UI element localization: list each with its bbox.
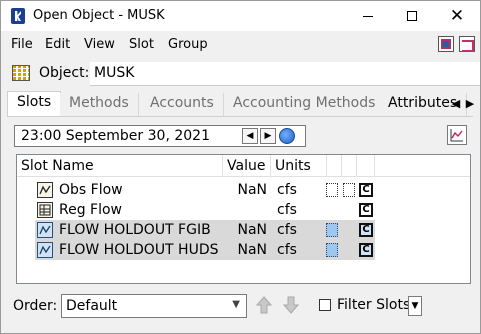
filter-dropdown-button[interactable]: ▼ (408, 296, 422, 316)
tab-bar: Slots Methods Accounts Accounting Method… (7, 91, 480, 116)
chevron-down-icon: ▼ (232, 299, 240, 310)
computed-c-icon: C (359, 183, 373, 197)
exit-object-icon[interactable] (459, 36, 475, 52)
slot-name: FLOW HOLDOUT HUDS (59, 242, 219, 258)
slot-flag-icon (326, 243, 338, 257)
order-value: Default (66, 298, 118, 314)
move-up-button[interactable] (255, 296, 273, 316)
series-slot-icon (37, 222, 53, 238)
column-flag-2[interactable] (342, 155, 357, 177)
menu-bar: File Edit View Slot Group (1, 34, 480, 56)
table-row[interactable]: Obs Flow NaN cfs C (17, 180, 470, 200)
slot-units: cfs (277, 182, 297, 198)
table-slot-icon (37, 202, 53, 218)
timestep-prev-button[interactable]: ◀ (242, 128, 258, 144)
plot-button[interactable] (447, 125, 467, 145)
title-bar: Open Object - MUSK ✕ (1, 1, 480, 31)
series-slot-icon (37, 182, 53, 198)
slot-flag-icon (326, 223, 338, 237)
menu-edit[interactable]: Edit (45, 37, 70, 52)
tab-slots[interactable]: Slots (7, 91, 62, 116)
move-down-button[interactable] (282, 296, 300, 316)
slot-name: Reg Flow (59, 202, 123, 218)
slot-value: NaN (237, 222, 267, 238)
column-flag-3[interactable] (357, 155, 375, 177)
open-object-window: Open Object - MUSK ✕ File Edit View Slot… (0, 0, 481, 334)
slot-value: NaN (237, 242, 267, 258)
order-select[interactable]: Default ▼ (61, 294, 247, 318)
slot-name: FLOW HOLDOUT FGIB (59, 222, 211, 238)
slot-units: cfs (277, 222, 297, 238)
tab-scroll-right-icon[interactable]: ▶ (464, 96, 476, 112)
slot-units: cfs (277, 202, 297, 218)
plot-icon (450, 129, 463, 142)
grid-object-icon (12, 65, 30, 81)
table-row[interactable]: FLOW HOLDOUT HUDS NaN cfs C (17, 240, 470, 260)
tab-methods[interactable]: Methods (60, 93, 139, 116)
object-row: Object: MUSK (1, 59, 480, 87)
column-value[interactable]: Value (223, 155, 271, 177)
filter-slots-checkbox[interactable] (319, 299, 331, 311)
computed-c-icon: C (359, 223, 373, 237)
maximize-icon (407, 11, 417, 21)
menu-slot[interactable]: Slot (129, 37, 154, 52)
slots-table: Slot Name Value Units Obs Flow NaN cfs C (16, 154, 471, 284)
menu-file[interactable]: File (11, 37, 33, 52)
table-row[interactable]: Reg Flow cfs C (17, 200, 470, 220)
riverware-app-icon (11, 8, 25, 24)
close-button[interactable]: ✕ (435, 1, 479, 31)
table-row[interactable]: FLOW HOLDOUT FGIB NaN cfs C (17, 220, 470, 240)
menu-group[interactable]: Group (168, 37, 208, 52)
timestep-value: 23:00 September 30, 2021 (21, 128, 210, 144)
slot-name: Obs Flow (59, 182, 123, 198)
arrow-down-icon (282, 296, 300, 314)
slot-value: NaN (237, 182, 267, 198)
slots-panel: 23:00 September 30, 2021 ◀ ▶ Slot Name V… (7, 116, 473, 296)
menu-view[interactable]: View (84, 37, 115, 52)
tab-accounts[interactable]: Accounts (141, 93, 224, 116)
timestep-field[interactable]: 23:00 September 30, 2021 ◀ ▶ (14, 125, 306, 147)
object-name-field[interactable]: MUSK (90, 62, 480, 86)
timestep-next-button[interactable]: ▶ (260, 128, 276, 144)
bottom-bar: Order: Default ▼ Filter Slots ▼ (1, 292, 480, 322)
filter-slots-label: Filter Slots (337, 297, 411, 313)
column-units[interactable]: Units (271, 155, 327, 177)
minimize-button[interactable] (346, 1, 390, 31)
window-title: Open Object - MUSK (33, 8, 165, 23)
computed-c-icon: C (359, 203, 373, 217)
object-view-icon[interactable] (438, 36, 454, 52)
column-slot-name[interactable]: Slot Name (17, 155, 223, 177)
order-label: Order: (13, 298, 58, 314)
slot-flag-icon (343, 183, 355, 197)
computed-c-icon: C (359, 243, 373, 257)
slot-units: cfs (277, 242, 297, 258)
minimize-icon (363, 15, 373, 17)
tab-accounting-methods[interactable]: Accounting Methods (224, 93, 386, 116)
series-slot-icon (37, 242, 53, 258)
table-header: Slot Name Value Units (17, 155, 470, 177)
globe-icon[interactable] (279, 128, 295, 144)
arrow-up-icon (255, 296, 273, 314)
column-flag-1[interactable] (327, 155, 342, 177)
slot-flag-icon (326, 183, 338, 197)
tab-scroll-left-icon[interactable]: ◀ (450, 96, 462, 112)
maximize-button[interactable] (390, 1, 434, 31)
object-label: Object: (39, 65, 90, 81)
